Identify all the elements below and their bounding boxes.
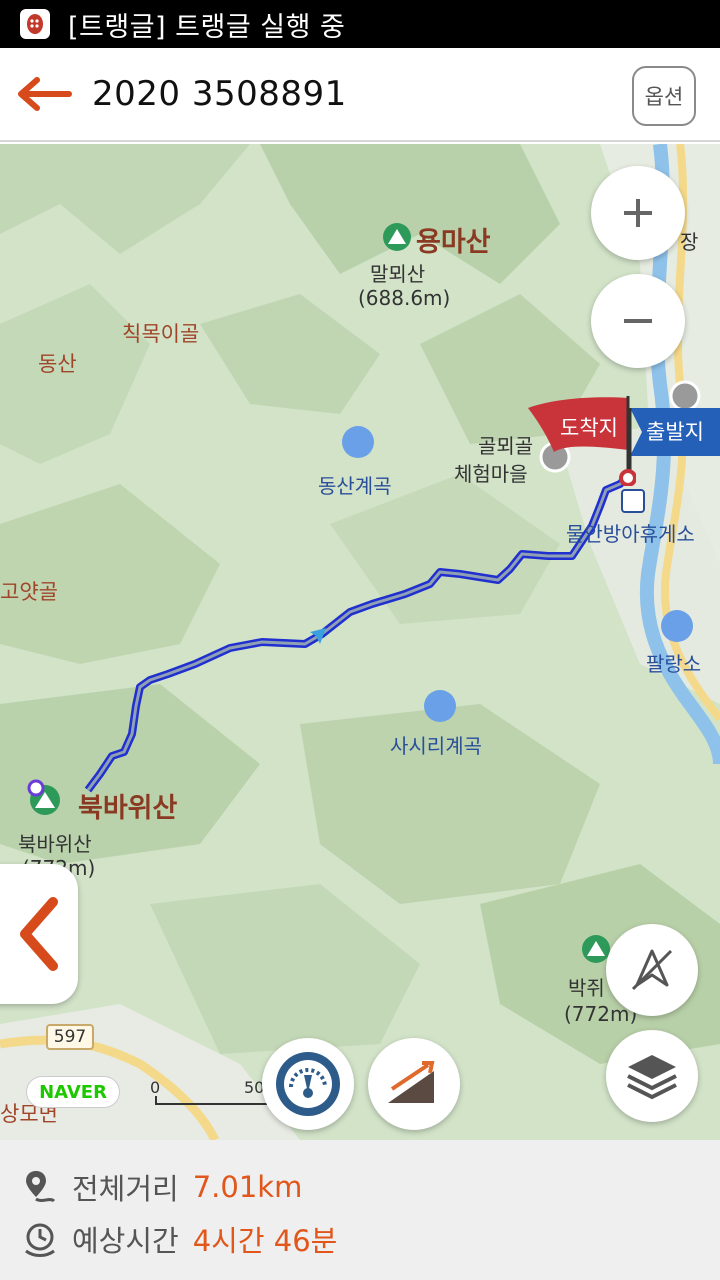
time-label: 예상시간 (72, 1224, 179, 1258)
departure-flag-label: 출발지 (646, 420, 704, 444)
distance-label: 전체거리 (72, 1172, 179, 1206)
label-malsoe-mountain: 말뫼산 (370, 262, 426, 286)
status-text: [트랭글] 트랭글 실행 중 (68, 11, 346, 43)
label-mulan-rest-area: 물안방아휴게소 (566, 522, 695, 546)
layers-button[interactable] (606, 1030, 698, 1122)
distance-row: 전체거리 7.01km (22, 1166, 302, 1208)
compass-off-icon (631, 949, 673, 991)
label-bakjwi-partial: 박쥐 (568, 976, 605, 1000)
chevron-left-icon (20, 897, 58, 971)
label-yangol: 고얏골 (0, 580, 58, 604)
back-button[interactable] (0, 47, 90, 141)
speedometer-icon (276, 1052, 340, 1116)
label-bukbawi-sub: 북바위산 (18, 832, 92, 856)
status-bar: [트랭글] 트랭글 실행 중 (0, 0, 720, 48)
panel-toggle-button[interactable] (0, 864, 78, 1004)
plus-icon (624, 199, 652, 227)
zoom-out-button[interactable] (591, 274, 685, 368)
compass-button[interactable] (606, 924, 698, 1016)
altitude-graph-icon (388, 1061, 435, 1103)
label-yongma-mountain: 용마산 (416, 227, 491, 258)
arrival-flag: 도착지 (526, 394, 637, 487)
label-experience-village: 체험마을 (454, 462, 528, 486)
label-sasiri-valley: 사시리계곡 (390, 734, 482, 758)
road-number-sign: 597 (46, 1024, 94, 1050)
map-view[interactable]: 용마산 말뫼산 (688.6m) 장 칙목이골 동산 골뫼골 체험마을 동산계곡… (0, 144, 720, 1140)
label-palrangso: 팔랑소 (646, 652, 702, 676)
estimated-time-icon (25, 1223, 55, 1257)
route-distance-icon (26, 1171, 56, 1203)
arrival-flag-label: 도착지 (560, 416, 618, 440)
scale-zero: 0 (150, 1078, 161, 1097)
mountain-icon-bakjwi (582, 935, 610, 963)
arrow-left-icon (18, 77, 72, 111)
route-info-panel: 전체거리 7.01km 예상시간 4시간 46분 (0, 1140, 720, 1280)
zoom-in-button[interactable] (591, 166, 685, 260)
options-button[interactable]: 옵션 (632, 66, 696, 126)
label-chikmogigol: 칙목이골 (122, 322, 200, 346)
time-value: 4시간 46분 (192, 1224, 338, 1258)
speed-button[interactable] (262, 1038, 354, 1130)
label-golsoegol: 골뫼골 (478, 434, 534, 458)
header: 2020 3508891 옵션 (0, 48, 720, 142)
label-bukbawi-mountain: 북바위산 (78, 793, 178, 824)
tranggle-shoe-icon (20, 9, 50, 39)
mountain-icon-yongma (383, 223, 411, 251)
time-row: 예상시간 4시간 46분 (22, 1218, 337, 1260)
label-dongsan: 동산 (38, 352, 77, 376)
label-dongsan-valley: 동산계곡 (318, 474, 392, 498)
label-jang-partial: 장 (680, 230, 699, 254)
minus-icon (624, 319, 652, 323)
label-malsoe-height: (688.6m) (358, 286, 451, 310)
page-title: 2020 3508891 (92, 74, 347, 114)
altitude-button[interactable] (368, 1038, 460, 1130)
naver-logo: NAVER (26, 1076, 120, 1108)
layers-icon (627, 1055, 677, 1100)
distance-value: 7.01km (192, 1170, 303, 1204)
